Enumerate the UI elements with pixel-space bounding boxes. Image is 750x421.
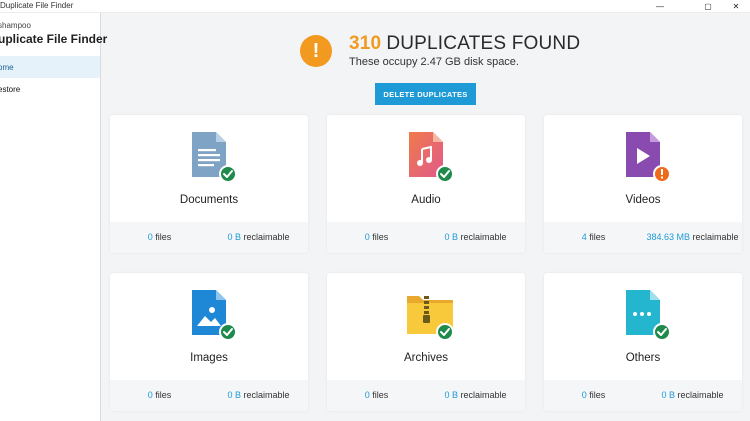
check-badge-icon [653,323,670,340]
delete-duplicates-button[interactable]: DELETE DUPLICATES [375,83,476,105]
check-badge-icon [219,165,236,182]
audio-file-icon [409,132,453,182]
files-stat: 0 files [327,222,426,253]
sidebar-item-label: estore [0,84,21,94]
reclaimable-stat: 0 B reclaimable [426,380,525,411]
title-bar: Duplicate File Finder — ▢ ✕ [0,0,750,13]
category-card-audio[interactable]: Audio 0 files 0 B reclaimable [327,115,525,253]
window-title: Duplicate File Finder [0,1,74,10]
reclaimable-label: reclaimable [243,390,290,400]
files-stat: 4 files [544,222,643,253]
brand-company: shampoo [0,21,31,30]
check-badge-icon [219,323,236,340]
warning-badge-icon [653,165,670,182]
reclaimable-label: reclaimable [243,232,290,242]
reclaimable-size: 0 B [661,390,675,400]
reclaimable-label: reclaimable [692,232,739,242]
archive-folder-icon [407,296,453,340]
files-stat: 0 files [544,380,643,411]
reclaimable-label: reclaimable [460,390,507,400]
duplicates-found-label: DUPLICATES FOUND [386,33,581,54]
files-label: files [372,232,389,242]
close-button[interactable]: ✕ [722,0,750,13]
category-card-videos[interactable]: Videos 4 files 384.63 MB reclaimable [544,115,742,253]
image-file-icon [192,290,236,340]
brand-product-name: uplicate File Finder [0,32,108,46]
reclaimable-stat: 0 B reclaimable [643,380,742,411]
reclaimable-size: 0 B [444,232,458,242]
files-stat: 0 files [110,380,209,411]
reclaimable-size: 384.63 MB [646,232,690,242]
category-card-others[interactable]: Others 0 files 0 B reclaimable [544,273,742,411]
other-file-icon [626,290,670,340]
files-count: 0 [147,390,153,400]
reclaimable-label: reclaimable [677,390,724,400]
warning-icon: ! [300,35,332,67]
reclaimable-stat: 384.63 MB reclaimable [643,222,742,253]
category-card-archives[interactable]: Archives 0 files 0 B reclaimable [327,273,525,411]
files-count: 4 [581,232,587,242]
reclaimable-stat: 0 B reclaimable [426,222,525,253]
category-stats: 0 files 0 B reclaimable [110,222,308,253]
category-stats: 0 files 0 B reclaimable [327,380,525,411]
reclaimable-size: 0 B [227,390,241,400]
reclaimable-size: 0 B [444,390,458,400]
reclaimable-size: 0 B [227,232,241,242]
files-label: files [589,232,606,242]
files-count: 0 [364,390,370,400]
files-count: 0 [581,390,587,400]
files-count: 0 [364,232,370,242]
category-name: Audio [411,194,441,206]
category-name: Others [625,352,661,364]
category-name: Images [190,352,228,364]
category-card-images[interactable]: Images 0 files 0 B reclaimable [110,273,308,411]
category-name: Archives [403,352,449,364]
sidebar-item-label: ome [0,62,14,72]
files-label: files [372,390,389,400]
files-label: files [155,390,172,400]
category-stats: 0 files 0 B reclaimable [544,380,742,411]
video-file-icon [626,132,670,182]
reclaimable-label: reclaimable [460,232,507,242]
files-label: files [589,390,606,400]
duplicate-count: 310 [349,33,382,54]
files-stat: 0 files [327,380,426,411]
sidebar: shampoo uplicate File Finder ome estore [0,13,107,421]
category-name: Videos [625,194,661,206]
check-badge-icon [436,165,453,182]
category-stats: 0 files 0 B reclaimable [327,222,525,253]
files-count: 0 [147,232,153,242]
category-name: Documents [179,194,239,206]
document-icon [192,132,236,182]
reclaimable-stat: 0 B reclaimable [209,222,308,253]
sidebar-item-restore[interactable]: estore [0,78,100,100]
category-stats: 0 files 0 B reclaimable [110,380,308,411]
duplicates-headline: 310 DUPLICATES FOUND [349,33,580,55]
disk-space-summary: These occupy 2.47 GB disk space. [349,56,519,68]
category-card-documents[interactable]: Documents 0 files 0 B reclaimable [110,115,308,253]
sidebar-item-home[interactable]: ome [0,56,100,78]
check-badge-icon [436,323,453,340]
category-stats: 4 files 384.63 MB reclaimable [544,222,742,253]
maximize-button[interactable]: ▢ [694,0,722,13]
files-stat: 0 files [110,222,209,253]
files-label: files [155,232,172,242]
reclaimable-stat: 0 B reclaimable [209,380,308,411]
minimize-button[interactable]: — [646,0,674,13]
